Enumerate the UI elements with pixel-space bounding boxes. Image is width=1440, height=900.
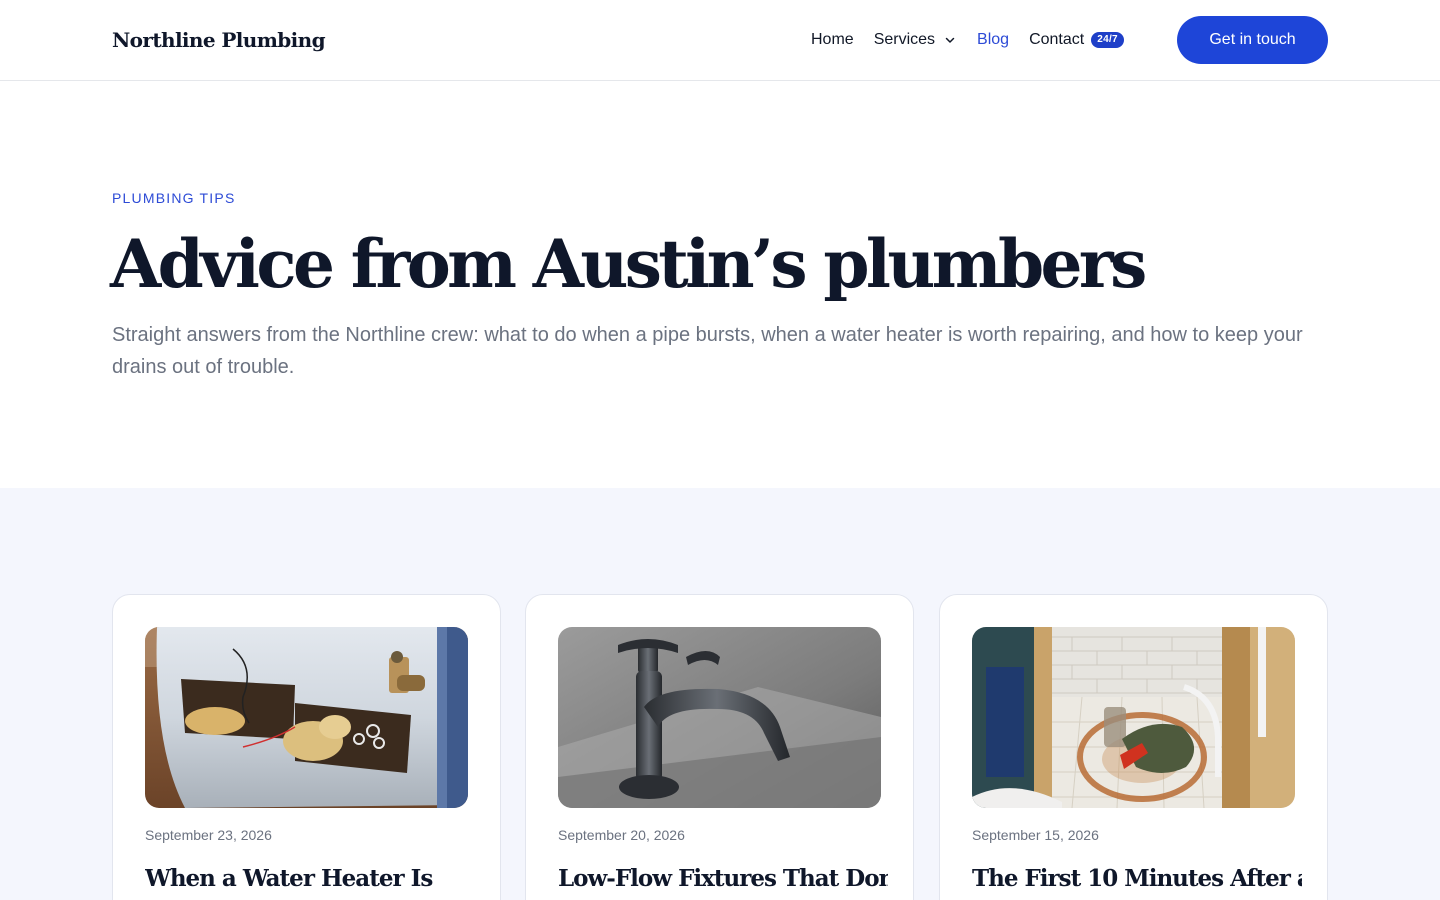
nav-home[interactable]: Home [811,31,854,49]
post-title[interactable]: The First 10 Minutes After a [972,863,1302,895]
post-card[interactable]: September 20, 2026 Low-Flow Fixtures Tha… [525,594,914,900]
post-date: September 20, 2026 [558,827,685,843]
leak-floor-photo [972,627,1295,808]
chevron-down-icon [945,37,955,43]
get-in-touch-button[interactable]: Get in touch [1177,16,1328,64]
post-image-water-heater[interactable] [145,627,468,808]
water-heater-photo [145,627,468,808]
nav-contact-label: Contact [1029,31,1085,48]
main-nav: Home Services Blog Contact 24/7 [811,30,1124,50]
nav-services[interactable]: Services [874,31,957,49]
post-card[interactable]: September 23, 2026 When a Water Heater I… [112,594,501,900]
site-header: Northline Plumbing Home Services Blog Co… [0,0,1440,81]
nav-services-label: Services [873,31,936,48]
post-title[interactable]: When a Water Heater Is [145,863,475,895]
post-image-faucet[interactable] [558,627,881,808]
hero-subtitle: Straight answers from the Northline crew… [112,324,1303,378]
post-title[interactable]: Low-Flow Fixtures That Don’t [558,863,888,895]
nav-blog[interactable]: Blog [977,31,1009,49]
post-date: September 23, 2026 [145,827,272,843]
availability-badge: 24/7 [1091,32,1124,48]
post-image-leak[interactable] [972,627,1295,808]
page-title: Advice from Austin’s plumbers [110,225,1147,303]
site-logo[interactable]: Northline Plumbing [112,28,326,52]
post-card[interactable]: September 15, 2026 The First 10 Minutes … [939,594,1328,900]
faucet-photo [558,627,881,808]
post-date: September 15, 2026 [972,827,1099,843]
nav-contact[interactable]: Contact 24/7 [1029,31,1124,49]
hero-eyebrow: PLUMBING TIPS [112,190,236,206]
